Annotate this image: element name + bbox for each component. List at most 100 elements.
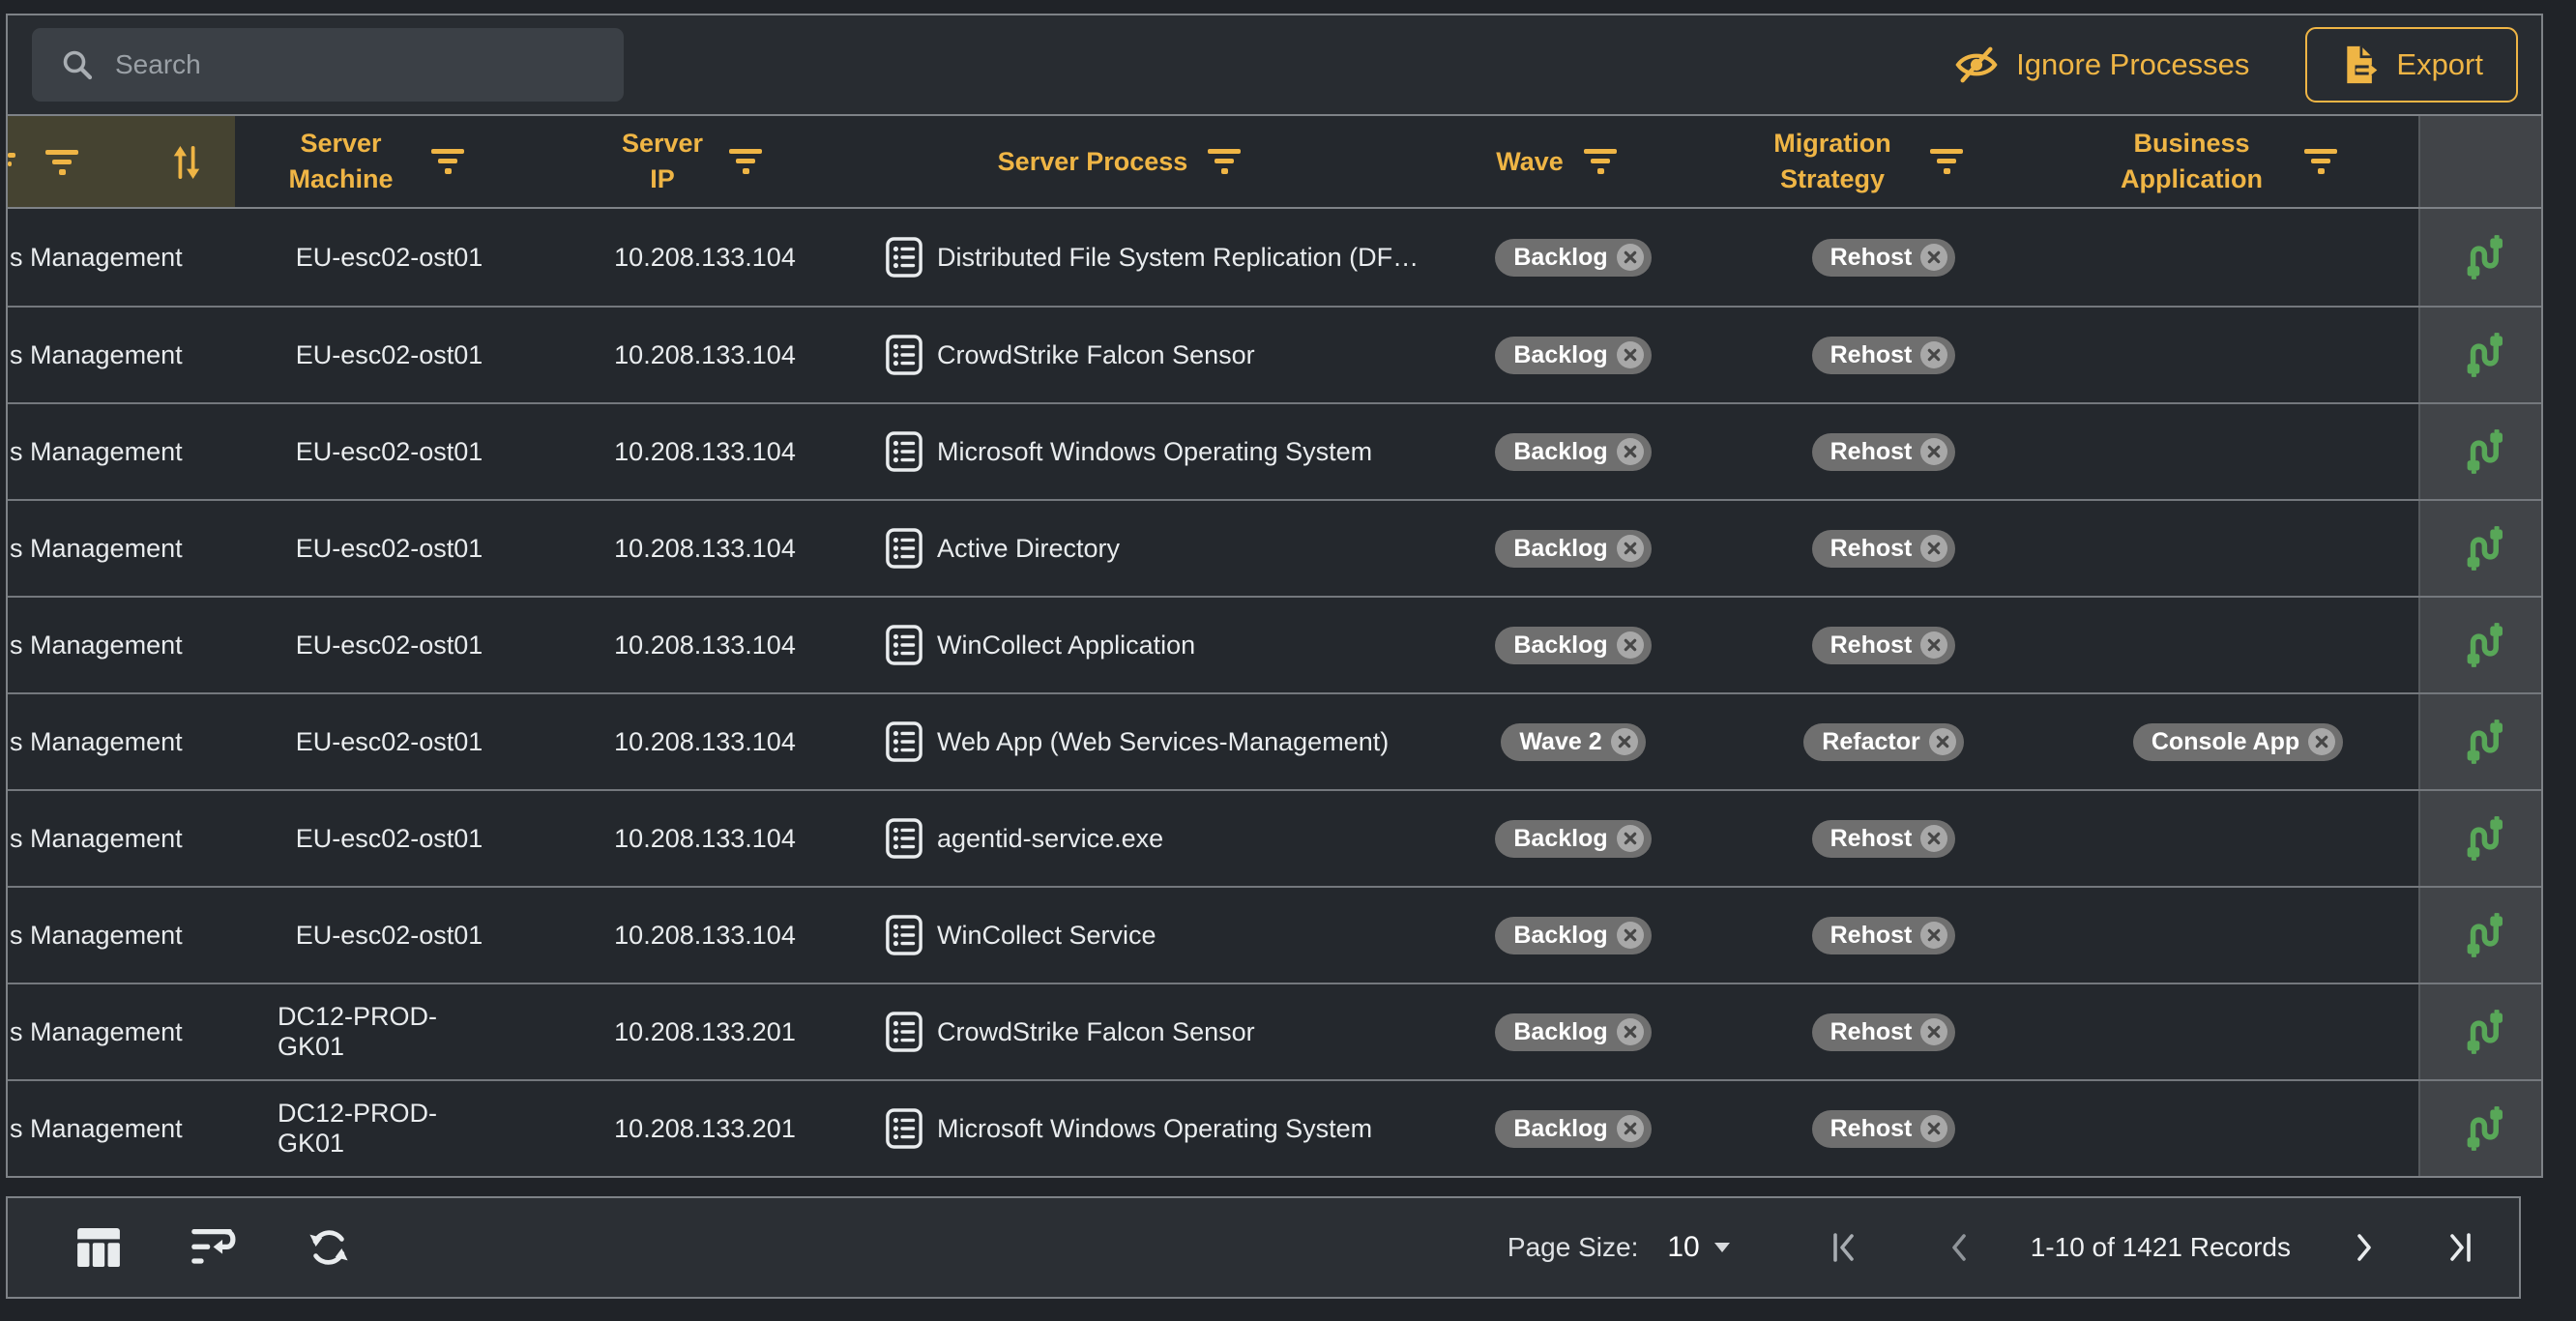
header-cell-server-machine[interactable]: Server Machine [235, 116, 501, 207]
migration-strategy-cell: Rehost [1700, 308, 2019, 402]
tag-label: Rehost [1830, 1115, 1913, 1143]
remove-tag-icon[interactable] [1920, 438, 1947, 465]
tag-label: Backlog [1513, 535, 1607, 563]
server-process-name: Web App (Web Services-Management) [937, 727, 1389, 757]
remove-tag-icon[interactable] [1920, 1115, 1947, 1142]
connections-icon[interactable] [2460, 1010, 2503, 1054]
filter-icon[interactable] [1583, 148, 1618, 175]
remove-tag-icon[interactable] [1920, 922, 1947, 949]
export-label: Export [2396, 47, 2483, 82]
connections-icon[interactable] [2460, 816, 2503, 861]
actions-cell[interactable] [2418, 1081, 2541, 1176]
actions-cell[interactable] [2418, 984, 2541, 1079]
header-cell-server-ip[interactable]: Server IP [501, 116, 820, 207]
actions-cell[interactable] [2418, 308, 2541, 402]
table-row[interactable]: s ManagementEU-esc02-ost0110.208.133.104… [8, 402, 2541, 499]
previous-page-button[interactable] [1949, 1233, 1969, 1262]
table-row[interactable]: s ManagementEU-esc02-ost0110.208.133.104… [8, 209, 2541, 306]
table-row[interactable]: s ManagementDC12-PROD-GK0110.208.133.201… [8, 983, 2541, 1079]
remove-tag-icon[interactable] [1617, 438, 1644, 465]
tag-chip: Refactor [1803, 723, 1963, 761]
page-size-dropdown[interactable] [1713, 1242, 1731, 1253]
remove-tag-icon[interactable] [2308, 728, 2335, 755]
tag-label: Rehost [1830, 341, 1913, 369]
table-row[interactable]: s ManagementEU-esc02-ost0110.208.133.104… [8, 789, 2541, 886]
remove-tag-icon[interactable] [1611, 728, 1638, 755]
actions-cell[interactable] [2418, 598, 2541, 692]
text-wrap-button[interactable] [191, 1229, 238, 1266]
process-icon [886, 335, 922, 375]
process-icon [886, 431, 922, 472]
table-row[interactable]: s ManagementEU-esc02-ost0110.208.133.104… [8, 886, 2541, 983]
actions-cell[interactable] [2418, 209, 2541, 306]
next-page-button[interactable] [2355, 1233, 2374, 1262]
page-size-value[interactable]: 10 [1667, 1231, 1699, 1264]
search-box[interactable] [32, 28, 624, 102]
actions-cell[interactable] [2418, 888, 2541, 983]
header-cell-migration-strategy[interactable]: Migration Strategy [1700, 116, 2019, 207]
remove-tag-icon[interactable] [1920, 1018, 1947, 1045]
remove-tag-icon[interactable] [1617, 1115, 1644, 1142]
connections-icon[interactable] [2460, 1106, 2503, 1151]
sort-icon[interactable] [170, 142, 203, 183]
column-settings-button[interactable] [77, 1228, 120, 1267]
header-cell-business-application[interactable]: Business Application [2019, 116, 2418, 207]
table-row[interactable]: s ManagementEU-esc02-ost0110.208.133.104… [8, 596, 2541, 692]
filter-icon[interactable] [2303, 148, 2338, 175]
filter-icon[interactable] [1207, 148, 1242, 175]
table-row[interactable]: s ManagementEU-esc02-ost0110.208.133.104… [8, 692, 2541, 789]
business-application-cell [2019, 308, 2418, 402]
tag-label: Console App [2152, 728, 2299, 756]
remove-tag-icon[interactable] [1920, 535, 1947, 562]
ignore-processes-button[interactable]: Ignore Processes [1954, 45, 2249, 84]
connections-icon[interactable] [2460, 913, 2503, 957]
header-cell-server-process[interactable]: Server Process [820, 116, 1478, 207]
business-function-cell: s Management [8, 598, 235, 692]
wave-cell: Backlog [1478, 984, 1700, 1079]
search-input[interactable] [94, 28, 624, 102]
remove-tag-icon[interactable] [1617, 244, 1644, 271]
filter-icon[interactable] [1929, 148, 1964, 175]
remove-tag-icon[interactable] [1920, 631, 1947, 659]
remove-tag-icon[interactable] [1617, 825, 1644, 852]
header-cell-wave[interactable]: Wave [1478, 116, 1700, 207]
connections-icon[interactable] [2460, 623, 2503, 667]
connections-icon[interactable] [2460, 333, 2503, 377]
header-cell-pinned[interactable] [8, 116, 235, 207]
server-ip-cell: 10.208.133.104 [501, 598, 820, 692]
connections-icon[interactable] [2460, 429, 2503, 474]
table-row[interactable]: s ManagementEU-esc02-ost0110.208.133.104… [8, 499, 2541, 596]
filter-icon[interactable] [44, 149, 79, 176]
actions-cell[interactable] [2418, 404, 2541, 499]
remove-tag-icon[interactable] [1929, 728, 1956, 755]
refresh-button[interactable] [307, 1226, 350, 1269]
filter-icon[interactable] [430, 148, 465, 175]
remove-tag-icon[interactable] [1617, 1018, 1644, 1045]
connections-icon[interactable] [2460, 526, 2503, 571]
clipped-filter-fragment [8, 153, 15, 158]
server-ip-cell: 10.208.133.201 [501, 984, 820, 1079]
actions-cell[interactable] [2418, 694, 2541, 789]
table-row[interactable]: s ManagementEU-esc02-ost0110.208.133.104… [8, 306, 2541, 402]
table-row[interactable]: s ManagementDC12-PROD-GK0110.208.133.201… [8, 1079, 2541, 1176]
connections-icon[interactable] [2460, 719, 2503, 764]
first-page-button[interactable] [1831, 1233, 1857, 1262]
remove-tag-icon[interactable] [1617, 535, 1644, 562]
last-page-button[interactable] [2447, 1233, 2473, 1262]
business-function-cell: s Management [8, 888, 235, 983]
tag-label: Backlog [1513, 1018, 1607, 1046]
migration-strategy-cell: Rehost [1700, 888, 2019, 983]
remove-tag-icon[interactable] [1617, 341, 1644, 368]
remove-tag-icon[interactable] [1920, 825, 1947, 852]
remove-tag-icon[interactable] [1920, 341, 1947, 368]
connections-icon[interactable] [2460, 235, 2503, 279]
actions-cell[interactable] [2418, 501, 2541, 596]
server-process-name: CrowdStrike Falcon Sensor [937, 340, 1255, 370]
process-icon [886, 818, 922, 859]
filter-icon[interactable] [728, 148, 763, 175]
remove-tag-icon[interactable] [1920, 244, 1947, 271]
export-button[interactable]: Export [2305, 27, 2518, 103]
remove-tag-icon[interactable] [1617, 631, 1644, 659]
remove-tag-icon[interactable] [1617, 922, 1644, 949]
actions-cell[interactable] [2418, 791, 2541, 886]
